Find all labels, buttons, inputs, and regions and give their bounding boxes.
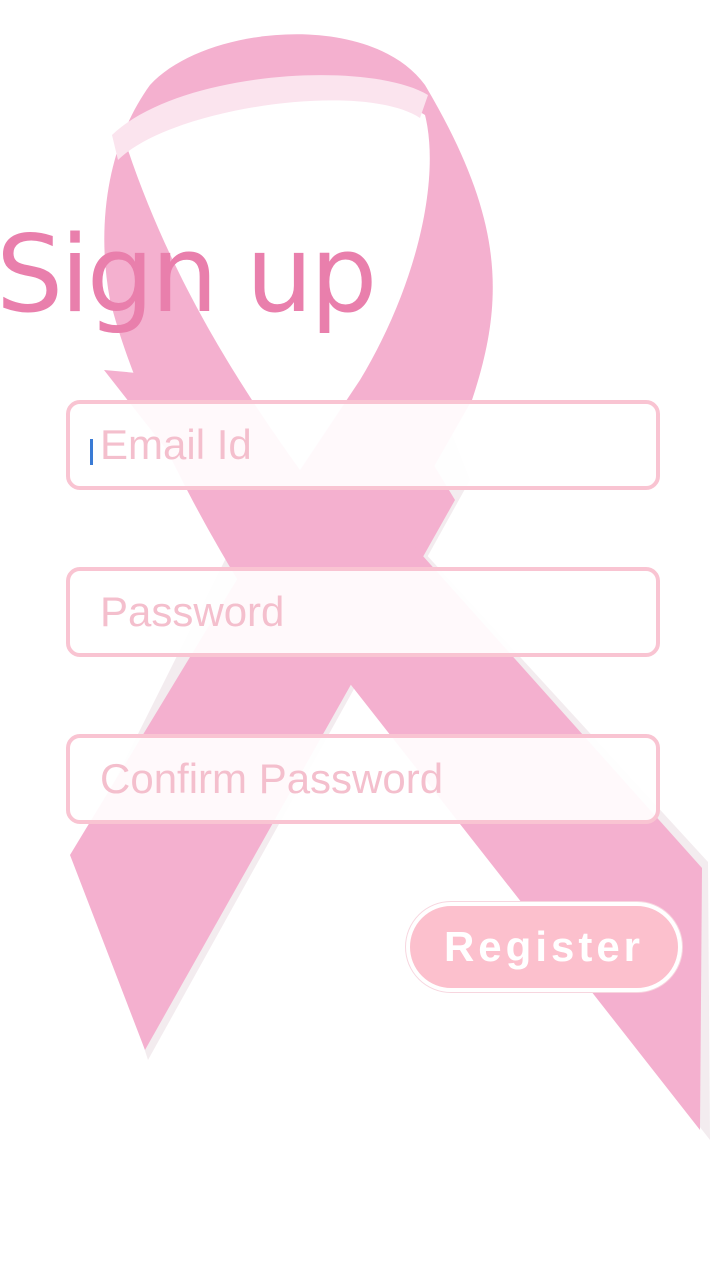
confirm-password-field[interactable]	[66, 734, 660, 824]
confirm-password-input[interactable]	[70, 738, 656, 820]
password-field[interactable]	[66, 567, 660, 657]
text-caret	[90, 439, 93, 465]
email-input[interactable]	[70, 404, 656, 486]
password-input[interactable]	[70, 571, 656, 653]
register-button[interactable]: Register	[406, 902, 682, 992]
page-title: Sign up	[0, 213, 377, 336]
email-field[interactable]	[66, 400, 660, 490]
